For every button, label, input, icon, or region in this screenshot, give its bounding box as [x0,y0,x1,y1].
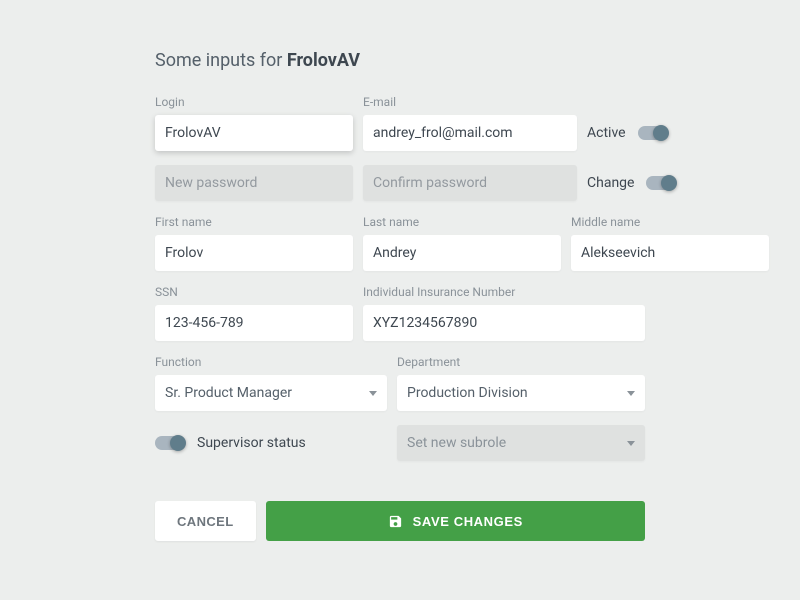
iin-input[interactable] [363,305,645,341]
chevron-down-icon [627,441,635,446]
login-input[interactable] [155,115,353,151]
last-name-input[interactable] [363,235,561,271]
confirm-password-input[interactable] [363,165,577,201]
new-password-input[interactable] [155,165,353,201]
middle-name-label: Middle name [571,215,769,229]
active-label: Active [587,125,626,141]
active-toggle[interactable] [638,126,668,140]
first-name-label: First name [155,215,353,229]
chevron-down-icon [627,391,635,396]
supervisor-toggle[interactable] [155,436,185,450]
function-label: Function [155,355,387,369]
page-title: Some inputs for FrolovAV [155,50,645,71]
function-select[interactable]: Sr. Product Manager [155,375,387,411]
department-select[interactable]: Production Division [397,375,645,411]
change-toggle[interactable] [646,176,676,190]
ssn-input[interactable] [155,305,353,341]
function-value: Sr. Product Manager [165,385,292,401]
change-label: Change [587,175,634,191]
save-button[interactable]: SAVE CHANGES [266,501,645,541]
login-label: Login [155,95,353,109]
last-name-label: Last name [363,215,561,229]
iin-label: Individual Insurance Number [363,285,645,299]
save-icon [388,514,403,529]
supervisor-label: Supervisor status [197,435,306,451]
ssn-label: SSN [155,285,353,299]
subrole-select[interactable]: Set new subrole [397,425,645,461]
chevron-down-icon [369,391,377,396]
email-input[interactable] [363,115,577,151]
middle-name-input[interactable] [571,235,769,271]
subrole-placeholder: Set new subrole [407,435,506,451]
save-button-label: SAVE CHANGES [413,514,523,529]
email-label: E-mail [363,95,577,109]
department-value: Production Division [407,385,528,401]
cancel-button[interactable]: CANCEL [155,501,256,541]
first-name-input[interactable] [155,235,353,271]
title-username: FrolovAV [287,50,360,71]
title-prefix: Some inputs for [155,50,287,71]
department-label: Department [397,355,645,369]
